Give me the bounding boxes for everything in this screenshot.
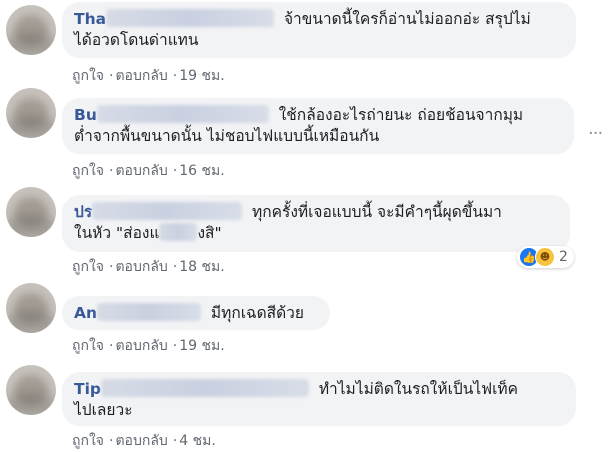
timestamp[interactable]: 19 ชม. — [179, 68, 224, 84]
separator: · — [109, 163, 114, 179]
avatar[interactable] — [6, 88, 56, 138]
timestamp[interactable]: 16 ชม. — [179, 163, 224, 179]
comment-text: ได้อวดโดนด่าแทน — [74, 31, 199, 49]
separator: · — [172, 338, 178, 354]
timestamp[interactable]: 18 ชม. — [179, 259, 224, 275]
reply-link[interactable]: ตอบกลับ — [115, 338, 167, 354]
separator: · — [172, 163, 178, 179]
comment-text: ใช้กล้องอะไรถ่ายนะ ถ่อยช้อนจากมุม — [278, 106, 524, 124]
comment-meta: ถูกใจ · ตอบกลับ · 18 ชม. — [72, 256, 227, 278]
comment-text: จ้าขนาดนี้ใครก็อ่านไม่ออกอ่ะ สรุปไม่ — [283, 10, 531, 28]
redacted-name — [96, 105, 269, 123]
comment-text: ไปเลยวะ — [74, 401, 133, 419]
separator: · — [109, 259, 114, 275]
comment-text: ทุกครั้งที่เจอแบบนี้ จะมีคำๆนี้ผุดขึ้นมา — [252, 203, 502, 221]
reaction-count: 2 — [559, 249, 568, 265]
comment-text: ทำไมไม่ติดในรถให้เป็นไฟเท็ค — [318, 380, 518, 398]
more-options-icon[interactable]: ··· — [588, 123, 603, 144]
reply-link[interactable]: ตอบกลับ — [115, 259, 167, 275]
comment-text: ต่ำจากพื้นขนาดนั้น ไม่ชอบไฟแบบนี้เหมือนก… — [74, 127, 380, 145]
commenter-name[interactable]: ปร — [74, 203, 92, 221]
separator: · — [109, 433, 114, 449]
avatar[interactable] — [6, 187, 56, 237]
redacted-text — [159, 223, 198, 241]
avatar[interactable] — [6, 365, 56, 415]
comment-meta: ถูกใจ · ตอบกลับ · 19 ชม. — [72, 65, 227, 87]
redacted-name — [97, 303, 202, 321]
comment-text: ในหัว "ส่องแ — [74, 224, 160, 242]
commenter-name[interactable]: An — [74, 304, 97, 322]
comment-meta: ถูกใจ · ตอบกลับ · 16 ชม. — [72, 160, 227, 182]
separator: · — [172, 259, 178, 275]
timestamp[interactable]: 4 ชม. — [179, 433, 216, 449]
reply-link[interactable]: ตอบกลับ — [115, 68, 167, 84]
reply-link[interactable]: ตอบกลับ — [115, 433, 167, 449]
reactions-badge[interactable]: 👍 ☻ 2 — [517, 246, 574, 268]
like-link[interactable]: ถูกใจ — [72, 68, 104, 84]
separator: · — [109, 68, 114, 84]
separator: · — [172, 68, 178, 84]
timestamp[interactable]: 19 ชม. — [179, 338, 224, 354]
like-link[interactable]: ถูกใจ — [72, 259, 104, 275]
haha-reaction-icon: ☻ — [535, 247, 555, 267]
redacted-name — [100, 379, 309, 397]
comment-bubble: Tip ทำไมไม่ติดในรถให้เป็นไฟเท็ค ไปเลยวะ — [62, 372, 576, 426]
commenter-name[interactable]: Tip — [74, 380, 101, 398]
reply-link[interactable]: ตอบกลับ — [115, 163, 167, 179]
redacted-name — [106, 9, 275, 27]
like-link[interactable]: ถูกใจ — [72, 163, 104, 179]
redacted-name — [92, 202, 243, 220]
comment-text: มีทุกเฉดสีด้วย — [210, 304, 304, 322]
comment-meta: ถูกใจ · ตอบกลับ · 4 ชม. — [72, 430, 218, 452]
separator: · — [109, 338, 114, 354]
avatar[interactable] — [6, 5, 56, 55]
comment-meta: ถูกใจ · ตอบกลับ · 19 ชม. — [72, 335, 227, 357]
avatar[interactable] — [6, 283, 56, 333]
comment-bubble: Bu ใช้กล้องอะไรถ่ายนะ ถ่อยช้อนจากมุม ต่ำ… — [62, 98, 574, 154]
comment-bubble: Tha จ้าขนาดนี้ใครก็อ่านไม่ออกอ่ะ สรุปไม่… — [62, 2, 576, 58]
commenter-name[interactable]: Bu — [74, 106, 97, 124]
separator: · — [172, 433, 178, 449]
comment-bubble: An มีทุกเฉดสีด้วย — [62, 296, 330, 330]
like-link[interactable]: ถูกใจ — [72, 433, 104, 449]
like-link[interactable]: ถูกใจ — [72, 338, 104, 354]
comment-bubble: ปร ทุกครั้งที่เจอแบบนี้ จะมีคำๆนี้ผุดขึ้… — [62, 195, 570, 252]
commenter-name[interactable]: Tha — [74, 10, 106, 28]
comment-text: งสิ" — [197, 224, 222, 242]
